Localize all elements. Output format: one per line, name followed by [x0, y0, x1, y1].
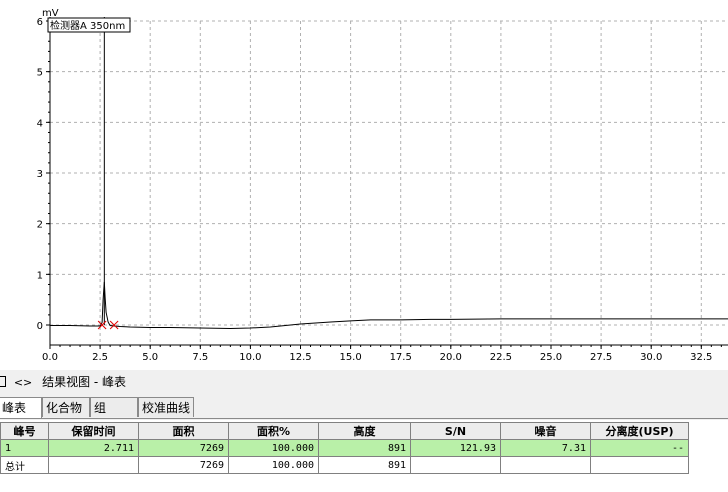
- column-header[interactable]: S/N: [410, 422, 501, 440]
- x-tick-label: 27.5: [590, 352, 612, 363]
- tab-groups[interactable]: 组: [90, 397, 138, 417]
- y-tick-label: 4: [37, 118, 43, 129]
- x-tick-label: 30.0: [640, 352, 662, 363]
- y-tick-label: 0: [37, 321, 43, 332]
- y-tick-label: 3: [37, 169, 43, 180]
- result-tabs: 峰表 化合物 组 校准曲线: [0, 397, 728, 419]
- chromatogram-chart: 0.0 2.5 5.0 7.5 10.0 12.5 15.0 17.5 20.0 22.5 25.0…: [37, 8, 728, 363]
- column-header[interactable]: 分离度(USP): [590, 422, 689, 440]
- x-tick-label: 0.0: [42, 352, 58, 363]
- y-axis-unit-label: mV: [42, 8, 59, 19]
- column-header[interactable]: 峰号: [0, 422, 49, 440]
- x-tick-label: 20.0: [440, 352, 462, 363]
- table-cell[interactable]: 7.31: [500, 439, 591, 457]
- nav-arrows-icon[interactable]: <>: [14, 376, 32, 389]
- column-header[interactable]: 噪音: [500, 422, 591, 440]
- column-header[interactable]: 保留时间: [48, 422, 139, 440]
- detector-label: 检测器A 350nm: [50, 19, 125, 32]
- x-tick-label: 7.5: [192, 352, 208, 363]
- peak-table-panel: 峰号 保留时间 面积 面积% 高度 S/N 噪音 分离度(USP) 1 2.71…: [0, 420, 728, 492]
- tab-label: 峰表: [2, 401, 27, 415]
- x-tick-label: 32.5: [690, 352, 712, 363]
- table-cell[interactable]: 121.93: [410, 439, 501, 457]
- peak-table: 峰号 保留时间 面积 面积% 高度 S/N 噪音 分离度(USP) 1 2.71…: [0, 422, 689, 474]
- chromatogram-trace: [50, 281, 728, 330]
- x-tick-label: 12.5: [289, 352, 311, 363]
- table-cell[interactable]: 总计: [0, 456, 49, 474]
- table-cell[interactable]: 1: [0, 439, 49, 457]
- x-tick-label: 10.0: [239, 352, 261, 363]
- table-cell[interactable]: 891: [318, 456, 411, 474]
- tab-peak-table[interactable]: 峰表: [0, 397, 42, 418]
- table-cell[interactable]: 100.000: [228, 456, 319, 474]
- table-header-row: 峰号 保留时间 面积 面积% 高度 S/N 噪音 分离度(USP): [0, 422, 689, 440]
- table-cell[interactable]: [48, 456, 139, 474]
- table-cell[interactable]: 100.000: [228, 439, 319, 457]
- pin-icon[interactable]: [0, 376, 6, 387]
- column-header[interactable]: 面积: [138, 422, 229, 440]
- y-tick-label: 1: [37, 270, 43, 281]
- x-tick-label: 5.0: [142, 352, 158, 363]
- chromatogram-panel[interactable]: 0.0 2.5 5.0 7.5 10.0 12.5 15.0 17.5 20.0 22.5 25.0…: [0, 0, 728, 370]
- x-tick-label: 17.5: [390, 352, 412, 363]
- tab-label: 化合物: [46, 401, 83, 415]
- column-header[interactable]: 面积%: [228, 422, 319, 440]
- table-row[interactable]: 总计 7269 100.000 891: [0, 456, 689, 474]
- results-view-header: <> 结果视图 - 峰表: [0, 372, 728, 392]
- table-cell[interactable]: [590, 456, 689, 474]
- y-tick-label: 5: [37, 68, 43, 79]
- x-tick-label: 25.0: [540, 352, 562, 363]
- results-view-title: 结果视图 - 峰表: [42, 375, 127, 389]
- tab-compounds[interactable]: 化合物: [42, 397, 90, 417]
- table-cell[interactable]: 891: [318, 439, 411, 457]
- y-tick-label: 2: [37, 220, 43, 231]
- table-cell[interactable]: 2.711: [48, 439, 139, 457]
- table-cell[interactable]: 7269: [138, 456, 229, 474]
- x-tick-label: 22.5: [490, 352, 512, 363]
- x-tick-label: 15.0: [339, 352, 361, 363]
- tab-label: 校准曲线: [142, 401, 191, 415]
- tab-label: 组: [94, 401, 107, 415]
- table-cell[interactable]: --: [590, 439, 689, 457]
- table-cell[interactable]: [500, 456, 591, 474]
- x-tick-label: 2.5: [92, 352, 108, 363]
- column-header[interactable]: 高度: [318, 422, 411, 440]
- tab-calibration-curve[interactable]: 校准曲线: [138, 397, 194, 417]
- table-row[interactable]: 1 2.711 7269 100.000 891 121.93 7.31 --: [0, 439, 689, 457]
- table-cell[interactable]: 7269: [138, 439, 229, 457]
- table-cell[interactable]: [410, 456, 501, 474]
